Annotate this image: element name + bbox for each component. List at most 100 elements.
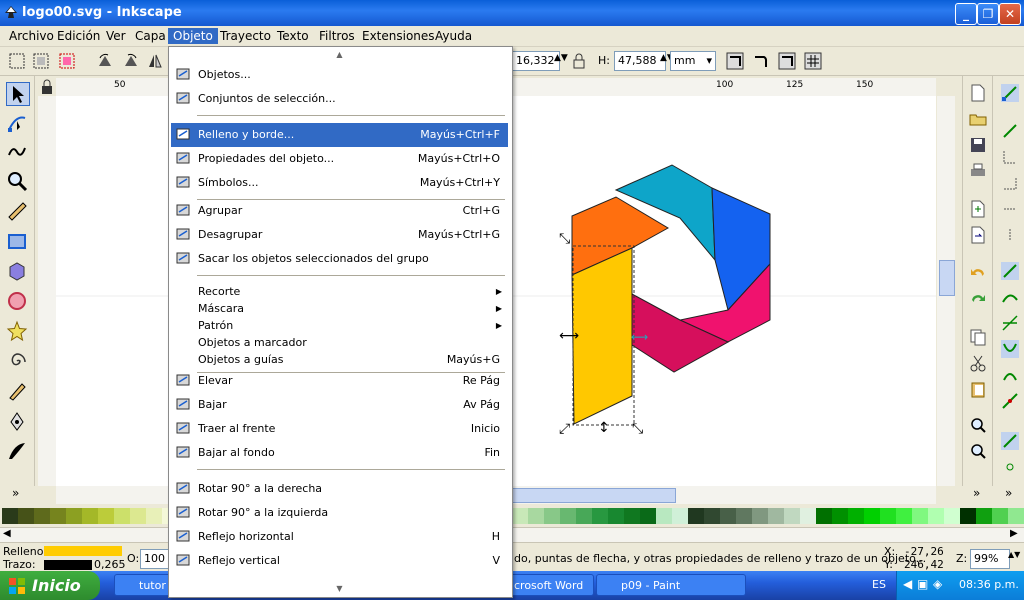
new-document-icon[interactable] — [969, 84, 987, 102]
color-swatch[interactable] — [50, 508, 67, 524]
menu-item-propiedades-del-objeto[interactable]: Propiedades del objeto... Mayús+Ctrl+O — [171, 147, 508, 171]
menu-item-elevar[interactable]: Elevar Re Pág — [171, 369, 508, 393]
export-icon[interactable] — [969, 226, 987, 244]
height-input[interactable]: 47,588 — [614, 51, 666, 71]
color-swatch[interactable] — [832, 508, 849, 524]
snap-bbox-center-icon[interactable] — [1001, 226, 1019, 244]
select-all-layers-icon[interactable] — [32, 52, 50, 70]
color-swatch[interactable] — [592, 508, 609, 524]
node-tool-icon[interactable] — [6, 112, 28, 134]
resize-handle-e-icon[interactable]: ⟷ — [631, 330, 648, 344]
commands-more-icon[interactable]: » — [973, 486, 980, 500]
menu-item-objetos-a-marcador[interactable]: Objetos a marcador — [171, 334, 508, 351]
snap-bbox-icon[interactable] — [1001, 122, 1019, 140]
snap-midpoints-icon[interactable] — [1001, 392, 1019, 410]
volume-icon[interactable]: ◈ — [933, 577, 942, 591]
unit-select[interactable]: mm ▾ — [670, 51, 716, 71]
calligraphy-tool-icon[interactable] — [6, 440, 28, 462]
transform-patterns-icon[interactable] — [804, 52, 822, 70]
minimize-button[interactable]: _ — [955, 3, 977, 25]
palette-scroll-right-icon[interactable]: ▶ — [1010, 528, 1018, 539]
color-swatch[interactable] — [976, 508, 993, 524]
menu-trayecto[interactable]: Trayecto — [215, 28, 276, 44]
menu-item-traer-al-frente[interactable]: Traer al frente Inicio — [171, 417, 508, 441]
color-swatch[interactable] — [608, 508, 625, 524]
vertical-scrollbar[interactable] — [937, 96, 955, 486]
color-swatch[interactable] — [912, 508, 929, 524]
scale-stroke-icon[interactable] — [726, 52, 744, 70]
open-icon[interactable] — [969, 110, 987, 128]
color-swatch[interactable] — [768, 508, 785, 524]
color-swatch[interactable] — [816, 508, 833, 524]
color-swatch[interactable] — [18, 508, 35, 524]
clock[interactable]: 08:36 p.m. — [959, 578, 1019, 591]
menu-extensiones[interactable]: Extensiones — [357, 28, 440, 44]
color-swatch[interactable] — [98, 508, 115, 524]
color-swatch[interactable] — [864, 508, 881, 524]
language-indicator[interactable]: ES — [872, 578, 886, 591]
color-swatch[interactable] — [960, 508, 977, 524]
snap-cusp-nodes-icon[interactable] — [1001, 340, 1019, 358]
color-swatch[interactable] — [752, 508, 769, 524]
select-all-icon[interactable] — [8, 52, 26, 70]
zoom-input[interactable]: 99% — [970, 549, 1010, 569]
resize-handle-nw-icon[interactable]: ⤡ — [559, 231, 570, 247]
color-swatch[interactable] — [576, 508, 593, 524]
menu-item-rotar-90-a-la-derecha[interactable]: Rotar 90° a la derecha — [171, 477, 508, 501]
zoom-spinner-icon[interactable]: ▲▼ — [1008, 550, 1020, 559]
color-swatch[interactable] — [992, 508, 1009, 524]
import-icon[interactable] — [969, 200, 987, 218]
menu-item-patron[interactable]: Patrón ▶ — [171, 317, 508, 334]
menu-item-desagrupar[interactable]: Desagrupar Mayús+Ctrl+G — [171, 223, 508, 247]
menu-item-reflejo-vertical[interactable]: Reflejo vertical V — [171, 549, 508, 573]
color-swatch[interactable] — [34, 508, 51, 524]
color-swatch[interactable] — [640, 508, 657, 524]
menu-item-bajar-al-fondo[interactable]: Bajar al fondo Fin — [171, 441, 508, 465]
menu-objeto[interactable]: Objeto — [168, 28, 218, 44]
tray-expand-icon[interactable]: ◀ — [903, 577, 912, 591]
ellipse-tool-icon[interactable] — [6, 290, 28, 312]
3d-box-tool-icon[interactable] — [6, 260, 28, 282]
menu-item-rotar-90-a-la-izquierda[interactable]: Rotar 90° a la izquierda — [171, 501, 508, 525]
palette-scroll-left-icon[interactable]: ◀ — [3, 528, 11, 539]
color-swatch[interactable] — [528, 508, 545, 524]
deselect-icon[interactable] — [58, 52, 76, 70]
snap-more-icon[interactable]: » — [1005, 486, 1012, 500]
close-button[interactable]: ✕ — [999, 3, 1021, 25]
color-swatch[interactable] — [800, 508, 817, 524]
vertical-scroll-thumb[interactable] — [939, 260, 955, 296]
taskbar-item-tutor[interactable]: tutor — [114, 574, 174, 596]
resize-handle-w-icon[interactable]: ⟷ — [559, 328, 579, 344]
menu-item-recorte[interactable]: Recorte ▶ — [171, 283, 508, 300]
color-swatch[interactable] — [1008, 508, 1024, 524]
menu-item-conjuntos-de-seleccion[interactable]: Conjuntos de selección... — [171, 87, 508, 111]
color-swatch[interactable] — [784, 508, 801, 524]
zoom-tool-icon[interactable] — [6, 170, 28, 192]
color-swatch[interactable] — [560, 508, 577, 524]
menu-texto[interactable]: Texto — [272, 28, 314, 44]
pen-tool-icon[interactable] — [6, 410, 28, 432]
transform-gradients-icon[interactable] — [778, 52, 796, 70]
save-icon[interactable] — [969, 136, 987, 154]
menu-item-mascara[interactable]: Máscara ▶ — [171, 300, 508, 317]
snap-intersections-icon[interactable] — [1001, 314, 1019, 332]
tweak-tool-icon[interactable] — [6, 140, 28, 162]
color-swatch[interactable] — [848, 508, 865, 524]
rectangle-tool-icon[interactable] — [6, 230, 28, 252]
resize-handle-sw-icon[interactable]: ⤢ — [559, 421, 570, 437]
redo-icon[interactable] — [969, 290, 987, 308]
color-swatch[interactable] — [656, 508, 673, 524]
color-swatch[interactable] — [544, 508, 561, 524]
resize-handle-se-icon[interactable]: ⤡ — [632, 421, 643, 437]
snap-bbox-midpoint-icon[interactable] — [1001, 200, 1019, 218]
menu-item-relleno-y-borde[interactable]: Relleno y borde... Mayús+Ctrl+F — [171, 123, 508, 147]
pencil-tool-icon[interactable] — [6, 380, 28, 402]
menu-item-simbolos[interactable]: Símbolos... Mayús+Ctrl+Y — [171, 171, 508, 195]
menu-item-agrupar[interactable]: Agrupar Ctrl+G — [171, 199, 508, 223]
network-icon[interactable]: ▣ — [917, 577, 928, 591]
guide-lock-icon[interactable] — [38, 78, 56, 96]
maximize-button[interactable]: ❐ — [977, 3, 999, 25]
menu-capa[interactable]: Capa — [130, 28, 171, 44]
zoom-drawing-icon[interactable] — [969, 442, 987, 460]
resize-handle-s-icon[interactable]: ↕ — [598, 420, 610, 436]
